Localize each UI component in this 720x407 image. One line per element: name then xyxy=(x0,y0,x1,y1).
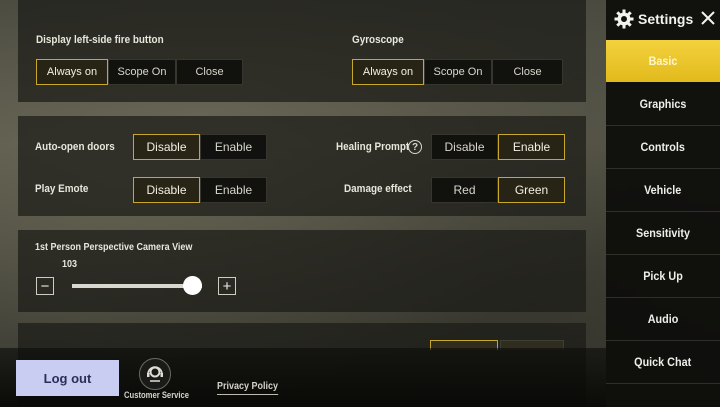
increase-button[interactable]: + xyxy=(218,277,236,295)
healing-prompt-option-disable[interactable]: Disable xyxy=(431,134,498,160)
play-emote-option-enable[interactable]: Enable xyxy=(200,177,267,203)
logout-button[interactable]: Log out xyxy=(16,360,119,396)
fire-button-option-scope-on[interactable]: Scope On xyxy=(108,59,176,85)
customer-service-icon[interactable] xyxy=(139,358,171,390)
healing-prompt-label: Healing Prompt xyxy=(336,141,410,153)
tab-label: Quick Chat xyxy=(634,355,692,369)
fire-button-options: Always on Scope On Close xyxy=(36,59,243,85)
damage-effect-option-green[interactable]: Green xyxy=(498,177,565,203)
tab-vehicle[interactable]: Vehicle xyxy=(606,169,720,212)
gyroscope-options: Always on Scope On Close xyxy=(352,59,563,85)
tab-sensitivity[interactable]: Sensitivity xyxy=(606,212,720,255)
camera-view-label: 1st Person Perspective Camera View xyxy=(35,242,193,253)
tab-label: Graphics xyxy=(639,97,687,111)
damage-effect-options: Red Green xyxy=(431,177,565,203)
tab-audio[interactable]: Audio xyxy=(606,298,720,341)
auto-open-doors-options: Disable Enable xyxy=(133,134,267,160)
play-emote-label: Play Emote xyxy=(35,183,89,195)
auto-open-doors-option-enable[interactable]: Enable xyxy=(200,134,267,160)
gyroscope-option-close[interactable]: Close xyxy=(492,59,563,85)
tab-pick-up[interactable]: Pick Up xyxy=(606,255,720,298)
gyroscope-option-scope-on[interactable]: Scope On xyxy=(424,59,492,85)
gear-icon xyxy=(614,9,634,29)
fire-button-panel xyxy=(18,0,586,102)
tab-label: Pick Up xyxy=(643,269,683,283)
help-icon[interactable]: ? xyxy=(408,140,422,154)
fire-button-option-close[interactable]: Close xyxy=(176,59,243,85)
gyroscope-label: Gyroscope xyxy=(352,34,404,46)
settings-title: Settings xyxy=(638,11,694,27)
tab-quick-chat[interactable]: Quick Chat xyxy=(606,341,720,384)
play-emote-option-disable[interactable]: Disable xyxy=(133,177,200,203)
damage-effect-option-red[interactable]: Red xyxy=(431,177,498,203)
healing-prompt-option-enable[interactable]: Enable xyxy=(498,134,565,160)
auto-open-doors-label: Auto-open doors xyxy=(35,141,115,153)
play-emote-options: Disable Enable xyxy=(133,177,267,203)
camera-view-value: 103 xyxy=(62,259,78,270)
tab-graphics[interactable]: Graphics xyxy=(606,83,720,126)
tab-label: Basic xyxy=(648,54,678,68)
customer-service-label[interactable]: Customer Service xyxy=(124,390,189,400)
gyroscope-option-always-on[interactable]: Always on xyxy=(352,59,424,85)
auto-open-doors-option-disable[interactable]: Disable xyxy=(133,134,200,160)
decrease-button[interactable]: − xyxy=(36,277,54,295)
fire-button-label: Display left-side fire button xyxy=(36,34,164,46)
sidebar-header: Settings xyxy=(606,0,720,38)
settings-sidebar: Settings Basic Graphics Controls Vehicle… xyxy=(606,0,720,407)
tab-label: Sensitivity xyxy=(635,226,691,240)
close-icon[interactable] xyxy=(698,8,718,28)
tab-label: Controls xyxy=(640,140,686,154)
healing-prompt-options: Disable Enable xyxy=(431,134,565,160)
damage-effect-label: Damage effect xyxy=(344,183,412,195)
tab-controls[interactable]: Controls xyxy=(606,126,720,169)
privacy-policy-link[interactable]: Privacy Policy xyxy=(217,381,279,395)
fire-button-option-always-on[interactable]: Always on xyxy=(36,59,108,85)
tab-label: Vehicle xyxy=(644,183,682,197)
tab-basic[interactable]: Basic xyxy=(606,40,720,82)
tab-label: Audio xyxy=(647,312,679,326)
